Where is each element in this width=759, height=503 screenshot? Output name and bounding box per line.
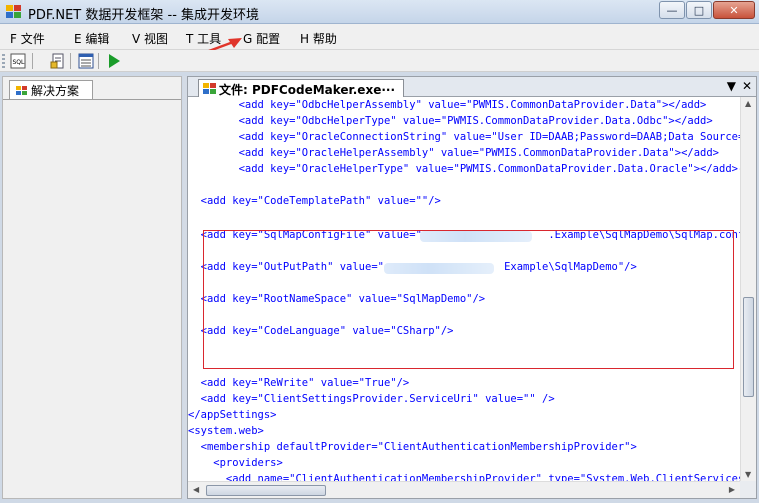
menu-file[interactable]: F 文件 [10, 30, 45, 47]
menu-config[interactable]: G 配置 [243, 30, 280, 47]
code-line: <add key="ReWrite" value="True"/> [188, 377, 410, 389]
toolbar-separator [32, 53, 33, 69]
run-button[interactable] [104, 52, 124, 70]
vertical-scroll-thumb[interactable] [743, 297, 754, 397]
sql-button[interactable]: SQL [8, 52, 28, 70]
list-button[interactable] [76, 52, 96, 70]
code-line: <add key="CodeTemplatePath" value=""/> [188, 195, 441, 207]
document-button[interactable] [48, 52, 68, 70]
code-line: <add key="OdbcHelperType" value="PWMIS.C… [188, 115, 713, 127]
document-tab-icon [203, 83, 216, 94]
scroll-right-icon[interactable]: ▶ [729, 485, 735, 494]
scroll-up-icon[interactable]: ▲ [745, 99, 751, 108]
horizontal-scroll-thumb[interactable] [206, 485, 326, 496]
solution-tree[interactable] [3, 99, 181, 498]
code-line: <add name="ClientAuthenticationMembershi… [188, 473, 740, 481]
vertical-scrollbar[interactable]: ▲ ▼ [740, 97, 756, 481]
code-line: <membership defaultProvider="ClientAuthe… [188, 441, 637, 453]
code-line: <system.web> [188, 425, 264, 437]
toolbar-separator [98, 53, 99, 69]
code-editor[interactable]: <add key="OdbcHelperAssembly" value="PWM… [188, 97, 740, 481]
highlight-box [203, 230, 734, 369]
list-icon [78, 53, 94, 69]
close-button[interactable]: ✕ [713, 1, 755, 19]
svg-text:SQL: SQL [13, 59, 26, 66]
tab-document-label: 文件: PDFCodeMaker.exe··· [219, 82, 396, 97]
menu-edit[interactable]: E 编辑 [74, 30, 109, 47]
code-line: <add key="OracleHelperType" value="PWMIS… [188, 163, 740, 175]
solution-icon [16, 85, 27, 95]
document-panel: 文件: PDFCodeMaker.exe··· ▼ ✕ <add key="Od… [187, 76, 757, 499]
minimize-button[interactable]: — [659, 1, 685, 19]
code-line: <add key="OracleHelperAssembly" value="P… [188, 147, 720, 159]
chevron-down-icon[interactable]: ▼ [727, 79, 736, 93]
code-line: <add key="ClientSettingsProvider.Service… [188, 393, 555, 405]
menu-bar: F 文件 E 编辑 V 视图 T 工具 G 配置 H 帮助 [0, 24, 759, 50]
code-line: </appSettings> [188, 409, 277, 421]
code-line: <add key="OracleConnectionString" value=… [188, 131, 740, 143]
menu-view[interactable]: V 视图 [132, 30, 168, 47]
tab-solution-label: 解决方案 [31, 84, 80, 98]
code-line: <providers> [188, 457, 283, 469]
tab-solution[interactable]: 解决方案 [9, 80, 93, 100]
toolbar: SQL [0, 50, 759, 72]
run-icon [109, 54, 120, 68]
maximize-button[interactable]: □ [686, 1, 712, 19]
window-title: PDF.NET 数据开发框架 -- 集成开发环境 [28, 8, 260, 23]
scroll-left-icon[interactable]: ◀ [193, 485, 199, 494]
sql-icon: SQL [10, 53, 26, 69]
document-icon [50, 53, 64, 69]
menu-help[interactable]: H 帮助 [300, 30, 337, 47]
close-icon[interactable]: ✕ [742, 79, 752, 93]
solution-panel: 解决方案 [2, 76, 182, 499]
title-bar: PDF.NET 数据开发框架 -- 集成开发环境 — □ ✕ [0, 0, 759, 24]
tab-document[interactable]: 文件: PDFCodeMaker.exe··· [198, 79, 405, 98]
scroll-down-icon[interactable]: ▼ [745, 470, 751, 479]
toolbar-grip[interactable] [2, 54, 5, 69]
toolbar-separator [70, 53, 71, 69]
document-tabstrip: 文件: PDFCodeMaker.exe··· ▼ ✕ [188, 77, 756, 98]
horizontal-scrollbar[interactable]: ◀ ▶ [188, 481, 740, 498]
app-icon [6, 5, 21, 18]
code-line: <add key="OdbcHelperAssembly" value="PWM… [188, 99, 707, 111]
